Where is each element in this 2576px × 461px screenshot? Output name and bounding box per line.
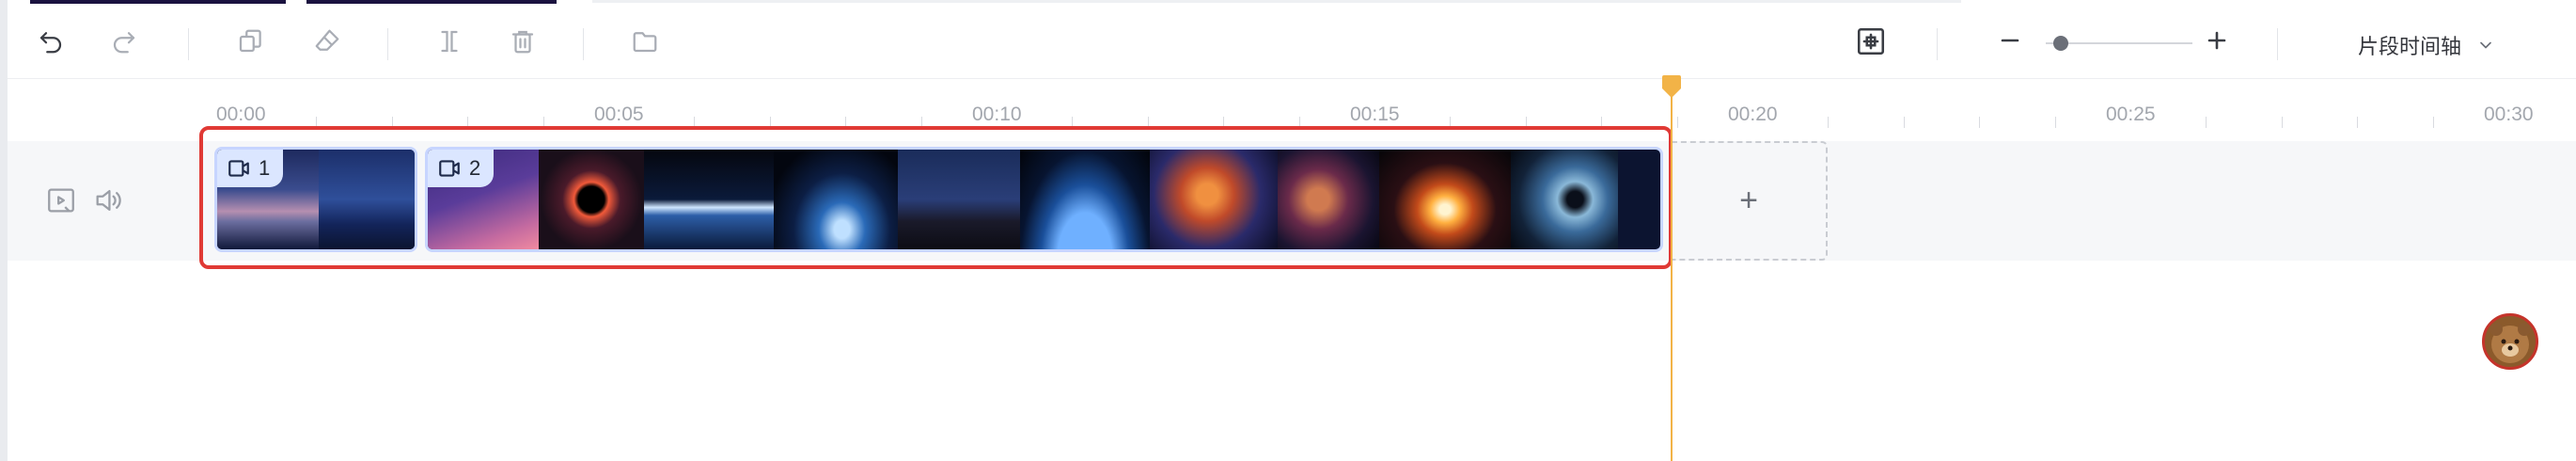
toolbar-separator bbox=[583, 28, 584, 60]
plus-icon bbox=[2207, 31, 2226, 50]
zoom-out-button[interactable] bbox=[1999, 29, 2021, 56]
ruler-tick-label: 00:15 bbox=[1350, 103, 1400, 125]
ruler-tick-mark bbox=[2054, 117, 2056, 128]
ruler-tick-mark bbox=[2432, 117, 2434, 128]
eraser-icon bbox=[315, 29, 339, 51]
split-button[interactable] bbox=[432, 24, 466, 58]
add-clip-button[interactable]: + bbox=[1672, 141, 1828, 261]
view-mode-dropdown[interactable]: 片段时间轴 bbox=[2358, 28, 2495, 62]
ruler-tick-label: 00:10 bbox=[972, 103, 1022, 125]
ruler-tick-label: 00:00 bbox=[216, 103, 266, 125]
chevron-down-icon bbox=[2480, 41, 2491, 49]
ruler-tick-mark bbox=[1979, 117, 1981, 128]
video-icon bbox=[48, 188, 74, 213]
ruler-tick-label: 00:05 bbox=[594, 103, 644, 125]
track-video-toggle[interactable] bbox=[45, 184, 77, 221]
track-mute-toggle[interactable] bbox=[92, 184, 124, 221]
volume-icon bbox=[96, 189, 121, 212]
view-mode-label: 片段时间轴 bbox=[2358, 35, 2462, 58]
timeline-toolbar: 片段时间轴 bbox=[8, 4, 2576, 79]
minus-icon bbox=[2001, 39, 2019, 42]
split-icon bbox=[441, 30, 458, 53]
ruler-tick-label: 00:25 bbox=[2106, 103, 2156, 125]
undo-icon bbox=[39, 32, 62, 54]
trash-icon bbox=[511, 30, 534, 54]
ruler-tick-mark bbox=[2281, 117, 2283, 128]
delete-button[interactable] bbox=[506, 24, 540, 58]
ruler-tick-label: 00:30 bbox=[2484, 103, 2534, 125]
fit-frame-icon bbox=[1857, 27, 1885, 56]
clear-format-button[interactable] bbox=[310, 24, 344, 58]
timeline-editor: 片段时间轴 00:00 00:05 00:10 00:15 00:20 00:25 00:3… bbox=[0, 0, 2576, 461]
clips-highlight-box bbox=[199, 126, 1673, 269]
plus-icon: + bbox=[1739, 183, 1758, 218]
bear-avatar-icon bbox=[2490, 323, 2531, 363]
undo-button[interactable] bbox=[34, 24, 68, 58]
copy-icon bbox=[239, 29, 261, 53]
playhead-handle[interactable] bbox=[1661, 75, 1682, 98]
zoom-slider-handle[interactable] bbox=[2053, 36, 2068, 51]
smart-fit-button[interactable] bbox=[1854, 24, 1888, 58]
ruler-tick-mark bbox=[1903, 117, 1905, 128]
top-divider bbox=[592, 0, 1961, 3]
ruler-tick-mark bbox=[2357, 117, 2359, 128]
toolbar-separator bbox=[188, 28, 189, 60]
ruler-tick-mark bbox=[1676, 117, 1678, 128]
zoom-in-button[interactable] bbox=[2206, 29, 2228, 56]
folder-icon bbox=[633, 32, 657, 53]
zoom-slider[interactable] bbox=[2046, 36, 2192, 51]
copy-button[interactable] bbox=[233, 24, 267, 58]
ruler-tick-label: 00:20 bbox=[1728, 103, 1778, 125]
ruler-tick-mark bbox=[2206, 117, 2207, 128]
folder-button[interactable] bbox=[628, 24, 662, 58]
redo-icon bbox=[113, 32, 135, 54]
playhead-line[interactable] bbox=[1671, 90, 1673, 461]
toolbar-separator bbox=[1937, 28, 1938, 60]
toolbar-separator bbox=[387, 28, 388, 60]
assistant-avatar[interactable] bbox=[2482, 313, 2538, 370]
redo-button[interactable] bbox=[107, 24, 141, 58]
ruler-tick-mark bbox=[1828, 117, 1830, 128]
toolbar-separator bbox=[2277, 28, 2278, 60]
left-panel-edge bbox=[0, 0, 8, 461]
